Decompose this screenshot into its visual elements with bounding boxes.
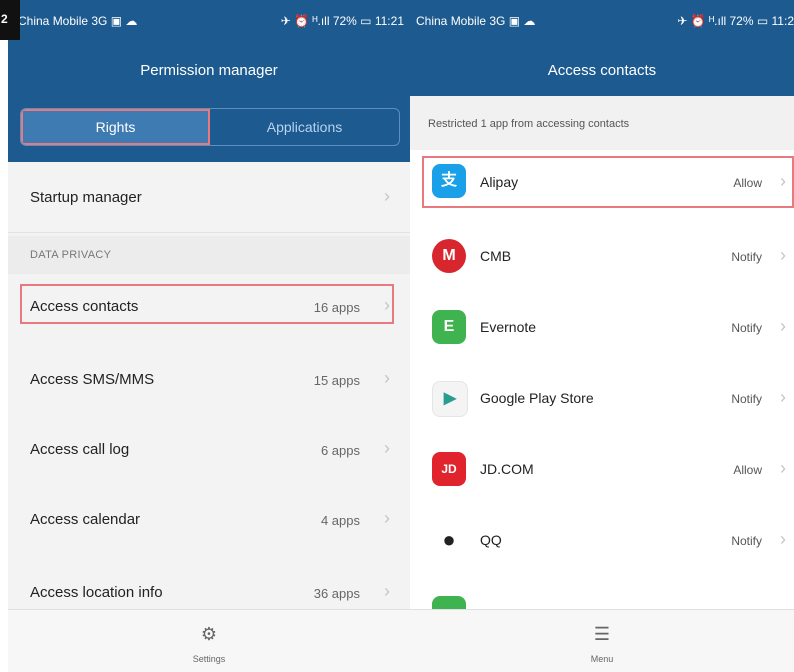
menu-button[interactable]: ☰ Menu [410, 609, 794, 672]
startup-manager-row[interactable]: Startup manager › [8, 162, 410, 233]
page-title: Permission manager [8, 42, 410, 96]
chevron-right-icon: › [780, 171, 786, 191]
status-bar: China Mobile 3G ▣ ☁ ✈ ⏰ ᴴ.ıll 72% ▭ 11:2 [410, 0, 794, 42]
menu-label: Menu [590, 654, 614, 664]
row-label: Startup manager [30, 189, 142, 206]
restriction-info-text: Restricted 1 app from accessing contacts [428, 118, 630, 130]
permission-manager-screen: China Mobile 3G ▣ ☁ ✈ ⏰ ᴴ.ıll 72% ▭ 11:2… [8, 0, 410, 672]
tab-bar: Rights Applications [8, 96, 410, 162]
row-count: 6 apps [320, 443, 360, 458]
permission-value[interactable]: Allow [733, 176, 762, 190]
gear-icon: ⚙ [200, 624, 218, 644]
app-name: Google Play Store [480, 390, 594, 406]
chevron-right-icon: › [384, 295, 390, 315]
app-row-cmb[interactable]: M CMB Notify › [410, 221, 794, 293]
chevron-right-icon: › [384, 368, 390, 388]
app-row-qq[interactable]: ● QQ Notify › [410, 505, 794, 577]
row-label: Access location info [30, 584, 163, 601]
chevron-right-icon: › [780, 245, 786, 265]
chevron-right-icon: › [384, 186, 390, 206]
access-contacts-row[interactable]: Access contacts 16 apps › [8, 274, 410, 345]
app-name: QQ [480, 532, 502, 548]
carrier-label: China Mobile 3G ▣ ☁ [18, 14, 138, 28]
status-bar: China Mobile 3G ▣ ☁ ✈ ⏰ ᴴ.ıll 72% ▭ 11:2… [8, 0, 410, 42]
row-label: Access contacts [30, 298, 139, 315]
settings-label: Settings [192, 654, 226, 664]
permission-value[interactable]: Notify [731, 321, 762, 335]
status-indicators: ✈ ⏰ ᴴ.ıll 72% ▭ 11:2 [677, 14, 794, 28]
section-header: DATA PRIVACY [8, 236, 410, 274]
access-call-log-row[interactable]: Access call log 6 apps › [8, 414, 410, 485]
section-header-label: DATA PRIVACY [30, 249, 112, 261]
row-count: 36 apps [313, 586, 360, 601]
chevron-right-icon: › [780, 387, 786, 407]
corner-digit: 2 [1, 12, 8, 26]
app-row-google-play[interactable]: ▶ Google Play Store Notify › [410, 363, 794, 435]
app-name: Evernote [480, 319, 537, 335]
jd-icon: JD [432, 452, 466, 486]
app-name: JD.COM [480, 461, 534, 477]
access-contacts-screen: China Mobile 3G ▣ ☁ ✈ ⏰ ᴴ.ıll 72% ▭ 11:2… [410, 0, 794, 672]
cmb-icon: M [432, 239, 466, 273]
app-row-alipay[interactable]: 支 Alipay Allow › [410, 150, 794, 222]
chevron-right-icon: › [384, 508, 390, 528]
permission-value[interactable]: Notify [731, 250, 762, 264]
row-label: Access SMS/MMS [30, 371, 155, 388]
row-count: 16 apps [313, 300, 360, 315]
tab-rights[interactable]: Rights [21, 109, 210, 145]
app-name: Alipay [480, 174, 519, 190]
alipay-icon: 支 [432, 164, 466, 198]
settings-button[interactable]: ⚙ Settings [8, 609, 410, 672]
row-label: Access call log [30, 441, 130, 458]
access-sms-row[interactable]: Access SMS/MMS 15 apps › [8, 344, 410, 415]
previous-screen-edge: 2 [0, 0, 20, 40]
permission-value[interactable]: Allow [733, 463, 762, 477]
carrier-label: China Mobile 3G ▣ ☁ [416, 14, 536, 28]
tab-applications[interactable]: Applications [210, 109, 399, 145]
chevron-right-icon: › [384, 581, 390, 601]
google-play-icon: ▶ [432, 381, 468, 417]
chevron-right-icon: › [384, 438, 390, 458]
row-count: 15 apps [313, 373, 360, 388]
chevron-right-icon: › [780, 529, 786, 549]
page-title: Access contacts [410, 42, 794, 96]
chevron-right-icon: › [780, 458, 786, 478]
row-count: 4 apps [320, 513, 360, 528]
row-label: Access calendar [30, 511, 141, 528]
evernote-icon: E [432, 310, 466, 344]
permission-value[interactable]: Notify [731, 534, 762, 548]
access-calendar-row[interactable]: Access calendar 4 apps › [8, 484, 410, 555]
app-row-evernote[interactable]: E Evernote Notify › [410, 292, 794, 364]
permission-value[interactable]: Notify [731, 392, 762, 406]
qq-icon: ● [432, 523, 466, 557]
segmented-tabs: Rights Applications [20, 108, 400, 146]
restriction-info: Restricted 1 app from accessing contacts [410, 96, 794, 151]
app-row-jd[interactable]: JD JD.COM Allow › [410, 434, 794, 506]
chevron-right-icon: › [780, 316, 786, 336]
app-name: CMB [480, 248, 512, 264]
menu-icon: ☰ [593, 624, 611, 644]
status-indicators: ✈ ⏰ ᴴ.ıll 72% ▭ 11:21 [280, 14, 404, 28]
